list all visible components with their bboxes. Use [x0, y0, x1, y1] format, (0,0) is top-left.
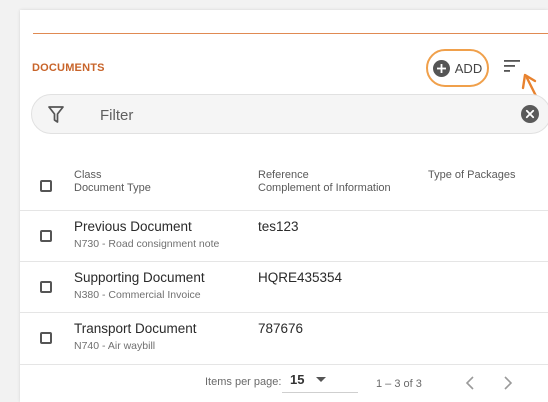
header-complement: Complement of Information: [258, 182, 391, 194]
row-document-type: N380 - Commercial Invoice: [74, 289, 201, 301]
plus-circle-icon: [432, 59, 450, 77]
row-reference: HQRE435354: [258, 270, 343, 285]
items-per-page-select[interactable]: 15: [262, 368, 327, 390]
section-divider: [33, 33, 548, 34]
add-document-button[interactable]: ADD: [426, 49, 489, 87]
row-checkbox[interactable]: [40, 281, 52, 293]
row-class: Transport Document: [74, 321, 197, 336]
pagination-range: 1 – 3 of 3: [376, 378, 422, 390]
close-circle-icon[interactable]: [521, 105, 539, 128]
row-class: Supporting Document: [74, 270, 205, 285]
row-document-type: N730 - Road consignment note: [74, 238, 220, 250]
select-underline: [282, 392, 358, 393]
chevron-right-icon[interactable]: [503, 376, 513, 395]
items-per-page-value: 15: [290, 371, 305, 387]
sort-lines-icon[interactable]: [504, 59, 520, 77]
filter-bar: [31, 94, 548, 134]
chevron-down-icon: [316, 376, 327, 382]
row-reference: 787676: [258, 321, 304, 336]
add-button-label: ADD: [454, 60, 483, 76]
section-title: DOCUMENTS: [32, 62, 105, 74]
row-checkbox[interactable]: [40, 230, 52, 242]
header-reference: Reference: [258, 169, 309, 181]
row-reference: tes123: [258, 219, 299, 234]
header-type-of-packages: Type of Packages: [428, 169, 516, 181]
table-row[interactable]: Previous Document N730 - Road consignmen…: [20, 211, 548, 261]
table-row[interactable]: Supporting Document N380 - Commercial In…: [20, 262, 548, 312]
select-all-checkbox[interactable]: [40, 180, 52, 192]
table-row[interactable]: Transport Document N740 - Air waybill 78…: [20, 313, 548, 363]
header-class: Class: [74, 169, 102, 181]
chevron-left-icon[interactable]: [465, 376, 475, 395]
table-header-row: Class Document Type Reference Complement…: [20, 160, 548, 210]
row-class: Previous Document: [74, 219, 192, 234]
row-checkbox[interactable]: [40, 332, 52, 344]
filter-input[interactable]: [98, 103, 462, 127]
funnel-icon: [48, 106, 64, 129]
row-document-type: N740 - Air waybill: [74, 340, 156, 352]
header-document-type: Document Type: [74, 182, 151, 194]
row-divider: [20, 364, 548, 365]
documents-card: DOCUMENTS ADD Filter Class Document Type…: [20, 10, 548, 402]
